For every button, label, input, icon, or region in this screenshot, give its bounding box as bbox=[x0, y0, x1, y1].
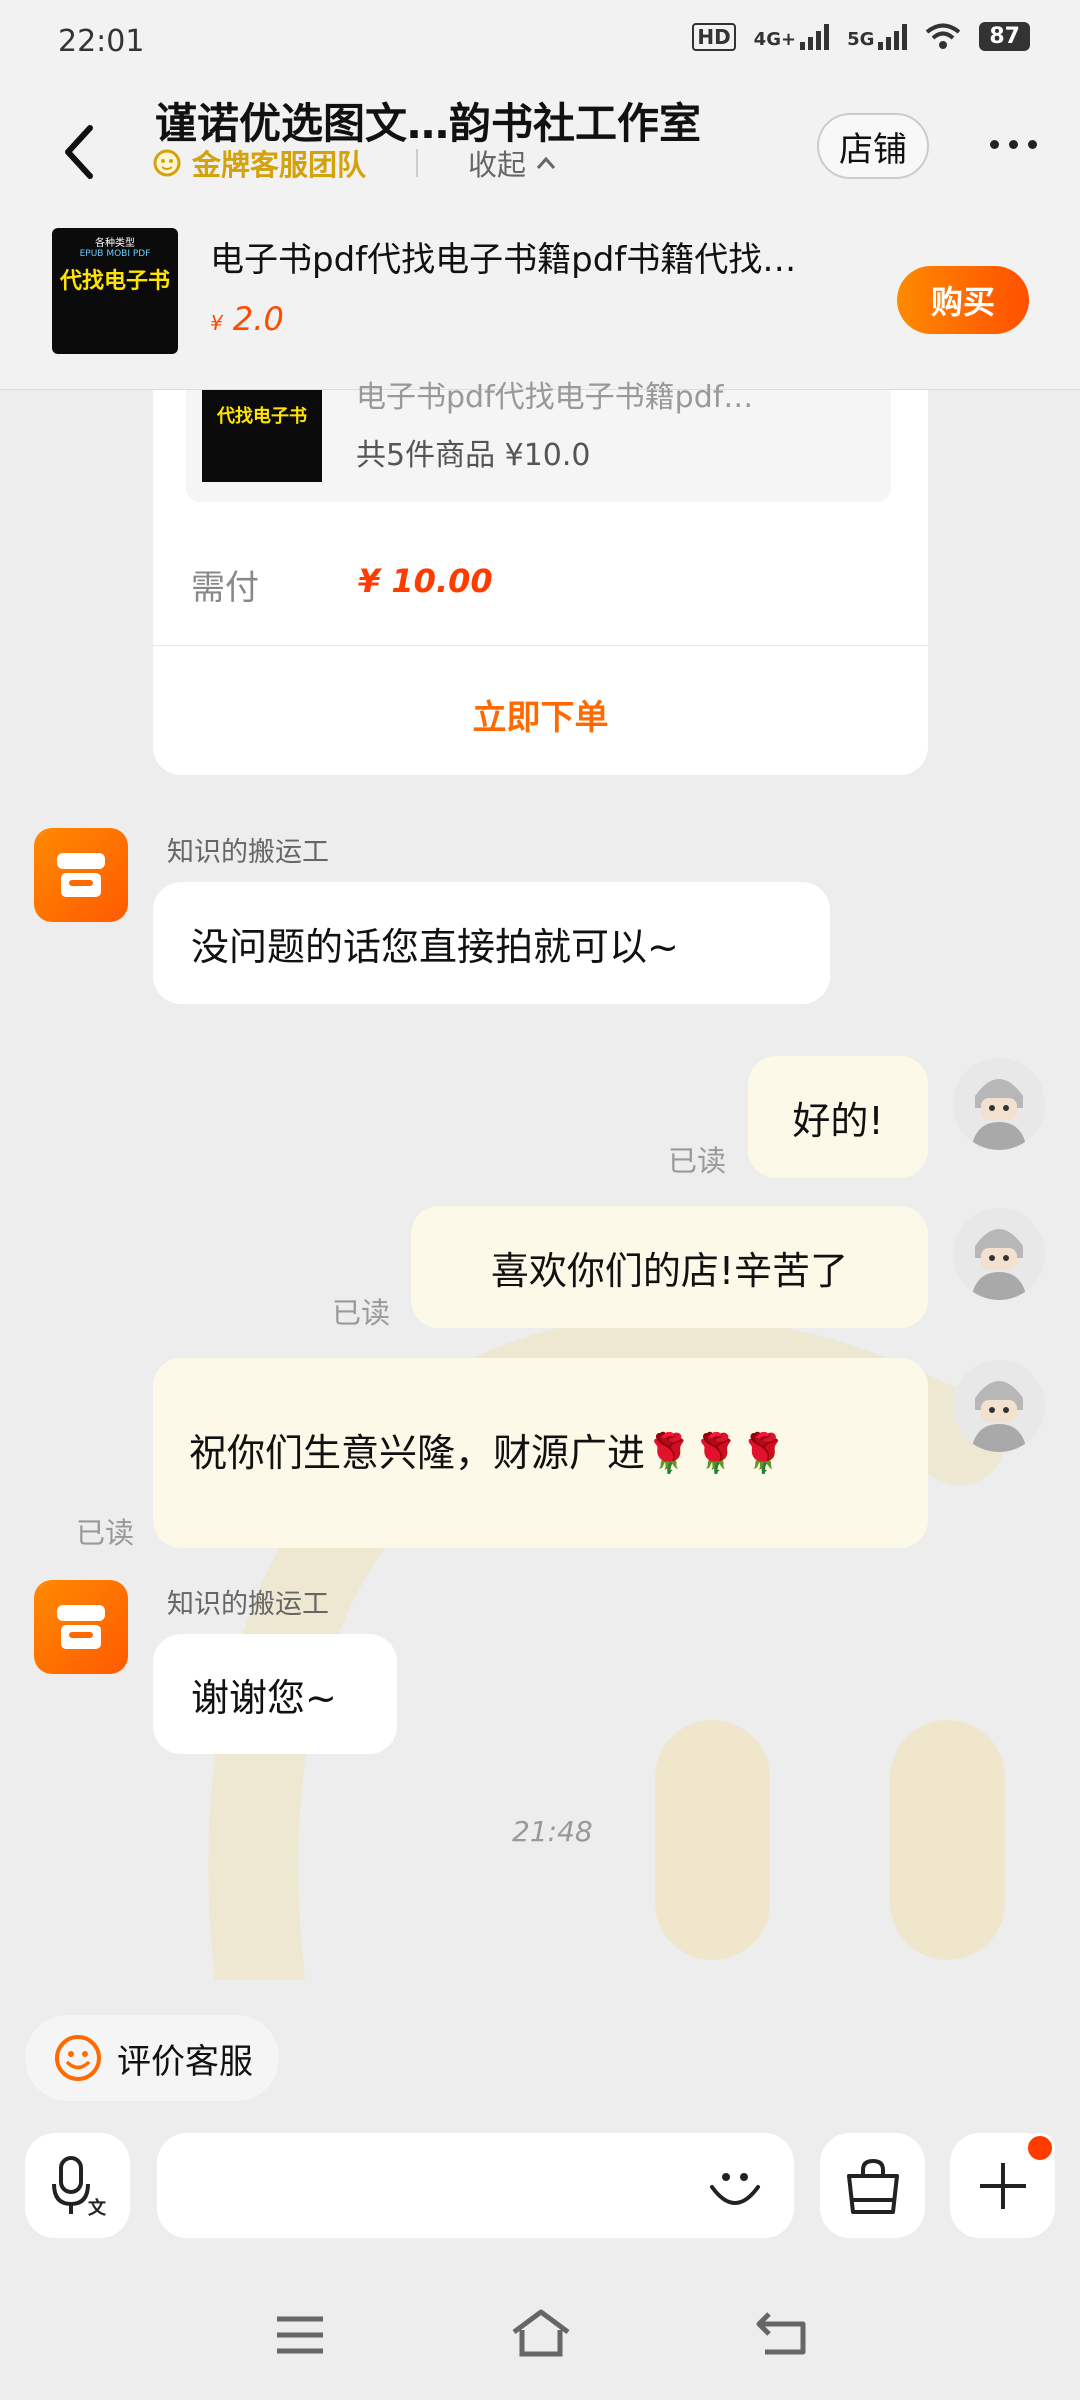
read-receipt: 已读 bbox=[76, 1516, 135, 1550]
shopping-bag-icon bbox=[846, 2158, 899, 2214]
divider bbox=[416, 149, 419, 177]
back-arrow-icon[interactable] bbox=[60, 122, 96, 182]
order-item-title: 电子书pdf代找电子书籍pdf… bbox=[356, 380, 754, 415]
chat-header: 谨诺优选图文…韵书社工作室 金牌客服团队 收起 店铺 各种类型 EPUB MOB… bbox=[0, 80, 1080, 390]
signal-icon bbox=[878, 23, 908, 50]
order-now-button[interactable]: 立即下单 bbox=[153, 690, 928, 739]
amount-due-value: ¥ 10.00 bbox=[358, 562, 493, 600]
notification-dot bbox=[1025, 2133, 1055, 2163]
collapse-label: 收起 bbox=[468, 148, 527, 182]
amount-due-label: 需付 bbox=[191, 568, 259, 608]
product-image-formats: EPUB MOBI PDF bbox=[79, 249, 151, 259]
message-bubble[interactable]: 没问题的话您直接拍就可以~ bbox=[153, 882, 830, 1004]
read-receipt: 已读 bbox=[332, 1296, 391, 1330]
status-icons: HD 4G+ 5G 87 bbox=[692, 22, 1030, 51]
user-avatar[interactable] bbox=[953, 1208, 1045, 1300]
menu-icon[interactable] bbox=[275, 2315, 325, 2355]
order-card: 代找电子书 电子书pdf代找电子书籍pdf… 共5件商品 ¥10.0 需付 ¥ … bbox=[153, 380, 928, 775]
svg-text:文: 文 bbox=[88, 2197, 107, 2218]
divider bbox=[153, 645, 928, 646]
sender-name: 知识的搬运工 bbox=[167, 837, 329, 868]
message-bubble[interactable]: 喜欢你们的店!辛苦了 bbox=[411, 1206, 928, 1328]
product-image-top-text: 各种类型 bbox=[95, 238, 135, 249]
nav-back-icon[interactable] bbox=[755, 2310, 809, 2356]
shop-icon bbox=[57, 853, 105, 897]
user-avatar[interactable] bbox=[953, 1360, 1045, 1452]
message-text: 祝你们生意兴隆，财源广进🌹🌹🌹 bbox=[189, 1431, 787, 1475]
shop-avatar[interactable] bbox=[34, 1580, 128, 1674]
signal-icon bbox=[800, 23, 830, 50]
shop-icon bbox=[57, 1605, 105, 1649]
read-receipt: 已读 bbox=[668, 1144, 727, 1178]
plus-icon bbox=[979, 2162, 1026, 2209]
message-input[interactable] bbox=[157, 2133, 794, 2238]
shop-avatar[interactable] bbox=[34, 828, 128, 922]
message-bubble[interactable]: 好的! bbox=[748, 1056, 928, 1178]
chat-subtitle: 金牌客服团队 收起 bbox=[152, 142, 556, 184]
message-bubble[interactable]: 祝你们生意兴隆，财源广进🌹🌹🌹 bbox=[153, 1358, 928, 1548]
user-avatar-image bbox=[953, 1208, 1045, 1300]
system-nav-bar bbox=[0, 2250, 1080, 2400]
rate-service-button[interactable]: 评价客服 bbox=[25, 2015, 279, 2101]
product-price: ¥ 2.0 bbox=[210, 300, 284, 338]
emoji-icon[interactable] bbox=[706, 2157, 764, 2215]
chevron-up-icon bbox=[536, 156, 556, 169]
shopping-bag-button[interactable] bbox=[820, 2133, 925, 2238]
hd-indicator: HD bbox=[692, 22, 736, 51]
battery-indicator: 87 bbox=[979, 22, 1030, 51]
gold-badge-icon bbox=[153, 149, 181, 177]
buy-button[interactable]: 购买 bbox=[897, 266, 1029, 334]
shop-button[interactable]: 店铺 bbox=[817, 113, 929, 179]
team-label: 金牌客服团队 bbox=[192, 148, 367, 182]
message-timestamp: 21:48 bbox=[512, 1815, 593, 1848]
order-item[interactable]: 代找电子书 电子书pdf代找电子书籍pdf… 共5件商品 ¥10.0 bbox=[186, 380, 891, 502]
network-4g: 4G+ bbox=[754, 23, 830, 50]
user-avatar-image bbox=[953, 1360, 1045, 1452]
rate-service-label: 评价客服 bbox=[117, 2041, 253, 2082]
user-avatar[interactable] bbox=[953, 1058, 1045, 1150]
product-image[interactable]: 各种类型 EPUB MOBI PDF 代找电子书 bbox=[52, 228, 178, 354]
product-title[interactable]: 电子书pdf代找电子书籍pdf书籍代找… bbox=[210, 232, 860, 281]
more-dots-icon[interactable] bbox=[990, 140, 1037, 149]
collapse-button[interactable]: 收起 bbox=[468, 142, 556, 184]
home-icon[interactable] bbox=[510, 2308, 572, 2358]
order-item-meta: 共5件商品 ¥10.0 bbox=[356, 438, 591, 473]
wifi-icon bbox=[926, 23, 961, 49]
status-bar: 22:01 HD 4G+ 5G 87 bbox=[0, 0, 1080, 80]
user-avatar-image bbox=[953, 1058, 1045, 1150]
voice-input-button[interactable]: 文 bbox=[25, 2133, 130, 2238]
voice-input-icon: 文 bbox=[51, 2155, 107, 2218]
message-bubble[interactable]: 谢谢您~ bbox=[153, 1634, 397, 1754]
order-item-thumbnail: 代找电子书 bbox=[202, 390, 322, 482]
product-image-main-text: 代找电子书 bbox=[59, 269, 170, 294]
network-5g: 5G bbox=[847, 23, 908, 50]
sender-name: 知识的搬运工 bbox=[167, 1589, 329, 1620]
status-time: 22:01 bbox=[58, 24, 145, 59]
smile-icon bbox=[55, 2035, 101, 2081]
